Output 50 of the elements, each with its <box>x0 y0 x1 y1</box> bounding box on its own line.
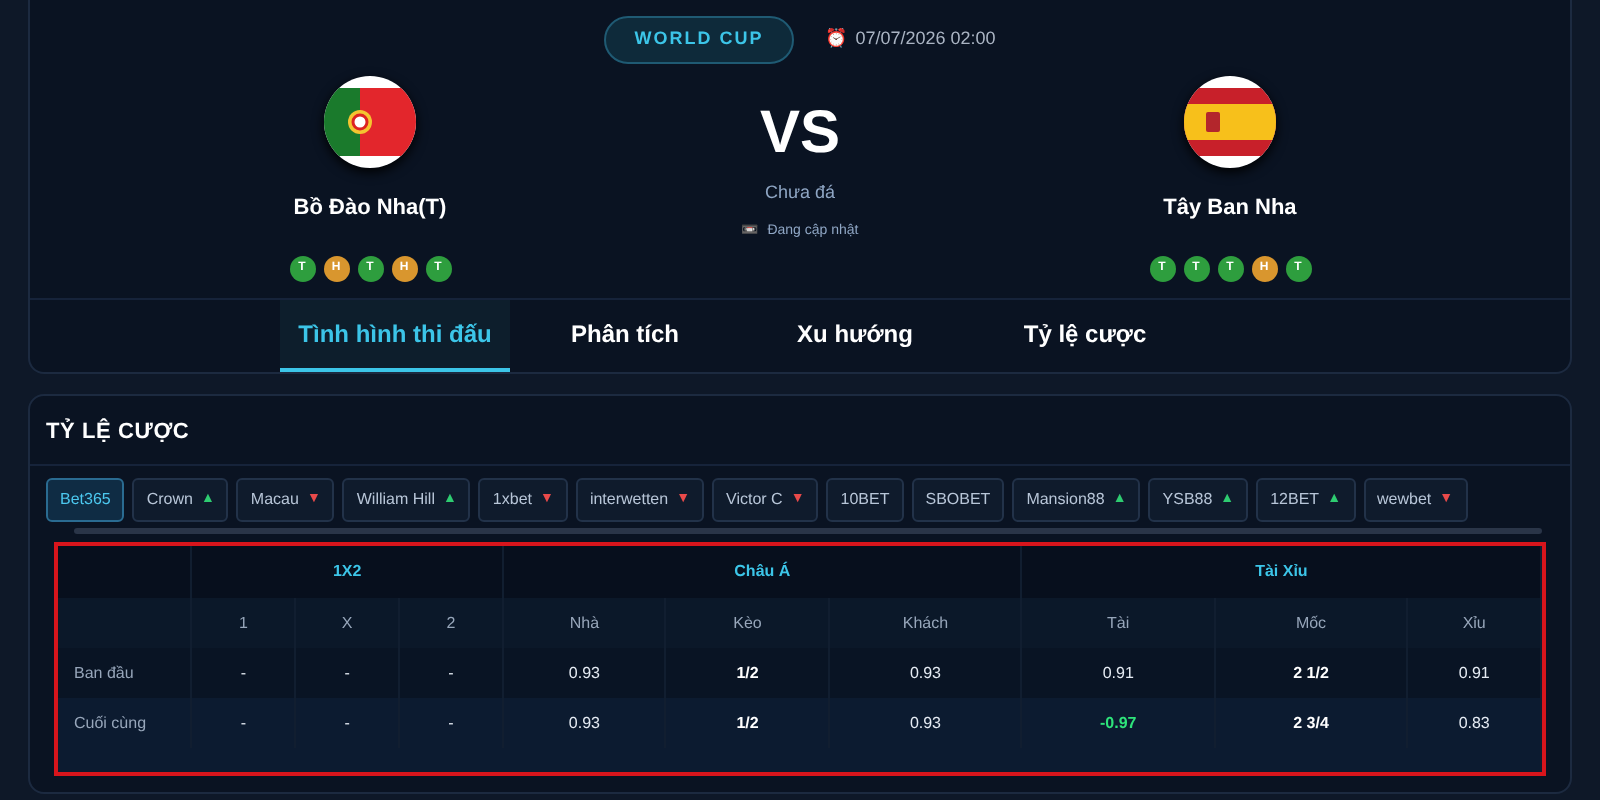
odds-value: 0.93 <box>568 663 600 681</box>
row-label: Ban đầu <box>74 663 134 681</box>
column-header: Kèo <box>733 613 762 631</box>
column-header: X <box>341 613 353 631</box>
odds-value: 0.93 <box>909 713 942 731</box>
match-datetime: 07/07/2026 02:00 <box>855 26 996 52</box>
bookmaker-tab[interactable]: SBOBET <box>911 478 1005 522</box>
tab[interactable]: Xu hướng <box>740 300 970 372</box>
bookmaker-tab[interactable]: Bet365 <box>46 478 125 522</box>
odds-value: 1/2 <box>736 713 759 731</box>
tab[interactable]: Phân tích <box>510 300 740 372</box>
group-header: 1X2 <box>332 562 362 580</box>
odds-value: -0.97 <box>1100 713 1137 731</box>
team-name: Bồ Đào Nha(T) <box>293 193 447 223</box>
tab[interactable]: Tỷ lệ cược <box>970 300 1200 372</box>
column-header: Khách <box>902 613 949 631</box>
column-header: Tài <box>1107 613 1130 631</box>
odds-value: 1/2 <box>736 663 759 681</box>
alarm-clock-icon: ⏰ <box>825 26 848 53</box>
flag-icon <box>1184 75 1276 167</box>
odds-value: 0.91 <box>1458 663 1490 681</box>
odds-value: - <box>344 713 350 731</box>
column-header: Mốc <box>1295 613 1327 631</box>
flag-icon <box>324 75 416 167</box>
scrollbar[interactable] <box>74 528 1542 534</box>
bookmaker-tab[interactable]: 10BET <box>826 478 904 522</box>
group-header: Tài Xỉu <box>1255 562 1308 580</box>
versus-label: VS <box>759 103 841 163</box>
odds-value: - <box>448 713 454 731</box>
column-header: Xỉu <box>1462 613 1486 631</box>
odds-value: 2 3/4 <box>1293 713 1329 731</box>
column-header: 2 <box>446 613 456 631</box>
group-header: Châu Á <box>734 562 791 580</box>
odds-value: 0.93 <box>568 713 600 731</box>
odds-value: 2 1/2 <box>1293 663 1329 681</box>
odds-value: 0.91 <box>1102 663 1134 681</box>
team-name: Tây Ban Nha <box>1163 193 1297 223</box>
odds-value: - <box>240 663 247 681</box>
odds-value: - <box>240 713 247 731</box>
odds-value: 0.93 <box>909 663 942 681</box>
section-title: TỶ LỆ CƯỢC <box>46 420 190 444</box>
odds-value: 0.83 <box>1458 713 1490 731</box>
odds-value: - <box>448 663 454 681</box>
column-header: 1 <box>238 613 248 631</box>
odds-value: - <box>344 663 350 681</box>
column-header: Nhà <box>569 613 600 631</box>
row-label: Cuối cùng <box>74 713 147 731</box>
tab[interactable]: Tình hình thi đấu <box>280 300 510 372</box>
match-status: Chưa đá <box>764 179 836 205</box>
competition-badge: WORLD CUP <box>604 16 794 63</box>
